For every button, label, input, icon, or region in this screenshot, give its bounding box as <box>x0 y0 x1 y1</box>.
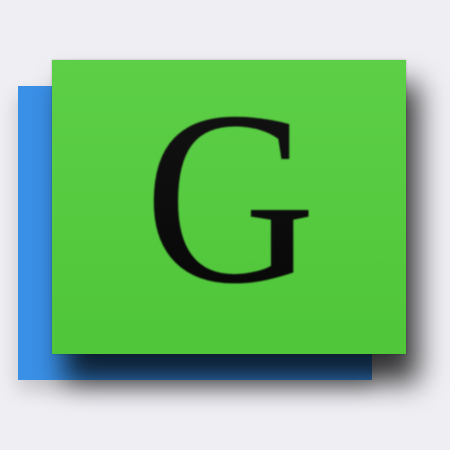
green-front-tile: G <box>52 60 406 354</box>
app-icon[interactable]: G <box>0 0 450 450</box>
letter-g-glyph: G <box>144 60 316 335</box>
